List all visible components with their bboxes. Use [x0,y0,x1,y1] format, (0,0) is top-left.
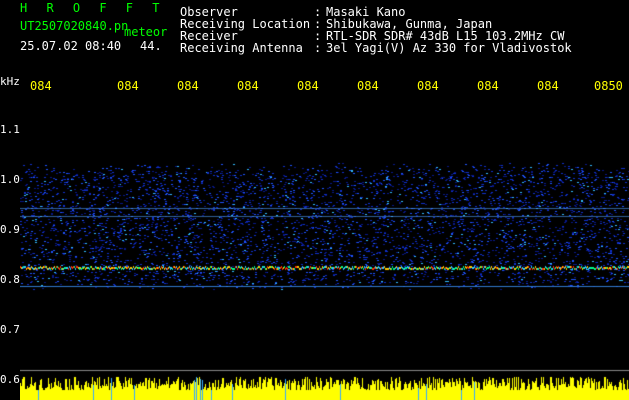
file-name: UT2507020840.pn [20,19,129,33]
y-tick: 1.1 [0,123,20,136]
antenna-label: Receiving Antenna [180,41,303,55]
x-tick: 084 [537,79,559,93]
antenna-separator: : [314,41,322,55]
hrofft-screen: H R O F F T UT2507020840.pn meteor 25.07… [0,0,629,400]
antenna-value: 3el Yagi(V) Az 330 for Vladivostok [326,41,572,55]
datetime-label: 25.07.02 08:40 [20,39,122,53]
x-tick: 084 [177,79,199,93]
app-title: H R O F F T [20,1,166,15]
x-tick: 084 [357,79,379,93]
x-tick: 084 [417,79,439,93]
y-tick: 1.0 [0,173,20,186]
x-tick: 084 [117,79,139,93]
spectrogram-waterfall [20,100,629,380]
mode-label: meteor [124,25,168,39]
activity-bar-strip [20,376,629,400]
x-tick: 0850 [594,79,623,93]
y-tick: 0.7 [0,323,20,336]
y-tick: 0.6 [0,373,20,386]
x-tick: 084 [30,79,52,93]
y-tick: 0.9 [0,223,20,236]
count-label: 44. [140,39,162,53]
x-tick: 084 [297,79,319,93]
x-tick: 084 [237,79,259,93]
y-tick: 0.8 [0,273,20,286]
x-tick: 084 [477,79,499,93]
y-axis-unit: kHz [0,75,20,88]
